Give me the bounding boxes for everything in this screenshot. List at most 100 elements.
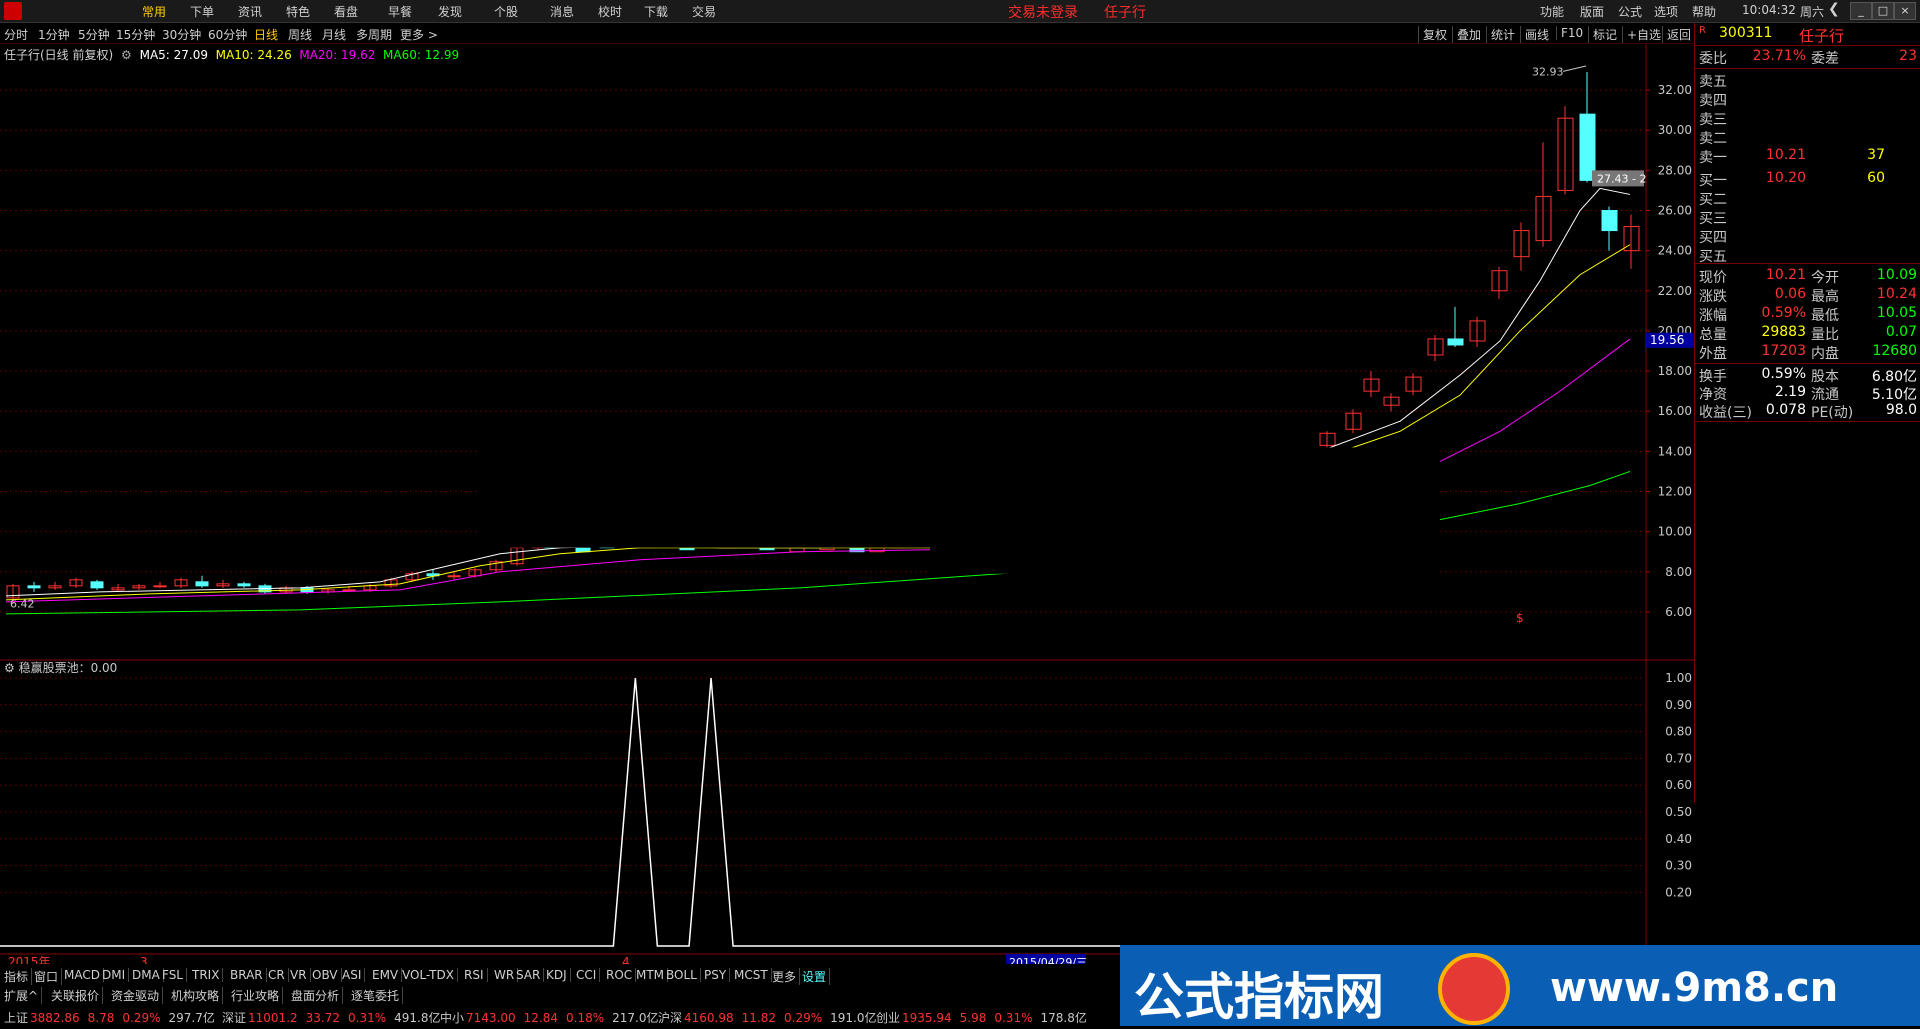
indicator-tab[interactable]: RSI xyxy=(464,968,488,982)
ma5-line-rally xyxy=(1319,187,1631,452)
indicator-tab[interactable]: EMV xyxy=(372,968,403,982)
indicator-tab[interactable]: PSY xyxy=(704,968,731,982)
menu-right-item[interactable]: 公式 xyxy=(1618,3,1642,20)
indicator-tab[interactable]: 指标 xyxy=(4,968,33,985)
order-book-row[interactable]: 卖五 xyxy=(1695,71,1920,90)
chart-tool-button[interactable]: 返回 xyxy=(1662,26,1691,43)
menu-item[interactable]: 常用 xyxy=(142,3,166,20)
extension-tab[interactable]: 扩展^ xyxy=(4,987,43,1004)
chart-tool-button[interactable]: 复权 xyxy=(1418,26,1447,43)
menu-item[interactable]: 校时 xyxy=(598,3,622,20)
order-book-row[interactable]: 卖一 10.21 37 xyxy=(1695,147,1920,166)
menu-item[interactable]: 发现 xyxy=(438,3,462,20)
extension-tab[interactable]: 资金驱动 xyxy=(111,987,164,1004)
chart-tool-button[interactable]: 标记 xyxy=(1588,26,1617,43)
indicator-tab[interactable]: ASI xyxy=(342,968,366,982)
order-book-row[interactable]: 买二 xyxy=(1695,189,1920,208)
indicator-tab[interactable]: CR xyxy=(268,968,289,982)
extension-tab[interactable]: 关联报价 xyxy=(51,987,104,1004)
chart-tool-button[interactable]: +自选 xyxy=(1622,26,1661,43)
indicator-tab[interactable]: SAR xyxy=(516,968,545,982)
extension-tab[interactable]: 逐笔委托 xyxy=(351,987,404,1004)
menu-item[interactable]: 看盘 xyxy=(334,3,358,20)
indicator-tab[interactable]: 窗口 xyxy=(34,968,63,985)
indicator-tab[interactable]: WR xyxy=(494,968,519,982)
indicator-tab[interactable]: OBV xyxy=(312,968,342,982)
quote-row: 现价 10.21 今开 10.09 xyxy=(1695,267,1920,286)
index-quote[interactable]: 深证 11001.2 33.72 0.31% 491.8亿 xyxy=(222,1009,440,1026)
extension-tab[interactable]: 盘面分析 xyxy=(291,987,344,1004)
menu-right-item[interactable]: 帮助 xyxy=(1692,3,1716,20)
maximize-icon[interactable]: □ xyxy=(1872,2,1894,20)
indicator-tab[interactable]: KDJ xyxy=(546,968,571,982)
indicator-tab[interactable]: DMA xyxy=(132,968,164,982)
indicator-tab[interactable]: VOL-TDX xyxy=(402,968,458,982)
chart-tool-button[interactable]: F10 xyxy=(1556,26,1583,40)
period-tab[interactable]: 分时 xyxy=(4,26,28,43)
high-price-label: 32.93 xyxy=(1532,65,1564,78)
period-tab[interactable]: 多周期 xyxy=(356,26,392,43)
minimize-icon[interactable]: _ xyxy=(1850,2,1872,20)
menu-item[interactable]: 交易 xyxy=(692,3,716,20)
chart-tool-button[interactable]: 画线 xyxy=(1520,26,1549,43)
indicator-tab[interactable]: MCST xyxy=(734,968,772,982)
indicator-tab[interactable]: DMI xyxy=(102,968,130,982)
index-quote[interactable]: 中小 7143.00 12.84 0.18% 217.0亿 xyxy=(440,1009,658,1026)
order-volume: 60 xyxy=(1867,170,1885,186)
period-tab[interactable]: 60分钟 xyxy=(208,26,247,43)
period-tab[interactable]: 5分钟 xyxy=(78,26,110,43)
order-book-row[interactable]: 卖二 xyxy=(1695,128,1920,147)
order-book-row[interactable]: 买四 xyxy=(1695,227,1920,246)
indicator-tab[interactable]: 更多 xyxy=(772,968,801,985)
quote-value: 10.21 xyxy=(1765,267,1806,283)
kline-chart[interactable]: 32.0030.0028.0026.0024.0022.0020.0018.00… xyxy=(0,44,1694,964)
close-icon[interactable]: × xyxy=(1894,2,1916,20)
index-amount: 217.0亿 xyxy=(612,1011,659,1025)
menu-item[interactable]: 个股 xyxy=(494,3,518,20)
menu-item[interactable]: 资讯 xyxy=(238,3,262,20)
order-book-row[interactable]: 卖三 xyxy=(1695,109,1920,128)
indicator-tab[interactable]: BOLL xyxy=(666,968,701,982)
indicator-tab[interactable]: VR xyxy=(290,968,311,982)
chart-tool-button[interactable]: 统计 xyxy=(1486,26,1515,43)
candle-body xyxy=(1447,338,1464,346)
period-tab[interactable]: 更多 > xyxy=(400,26,438,43)
indicator-tab[interactable]: CCI xyxy=(576,968,601,982)
trade-login-notice[interactable]: 交易未登录 xyxy=(1008,2,1078,22)
period-tab[interactable]: 日线 xyxy=(254,26,278,43)
extension-tab[interactable]: 行业攻略 xyxy=(231,987,284,1004)
period-tab[interactable]: 1分钟 xyxy=(38,26,70,43)
date-month: 4 xyxy=(622,955,630,964)
chart-tool-button[interactable]: 叠加 xyxy=(1452,26,1481,43)
indicator-tab[interactable]: ROC xyxy=(606,968,637,982)
order-book-row[interactable]: 卖四 xyxy=(1695,90,1920,109)
menu-right-item[interactable]: 选项 xyxy=(1654,3,1678,20)
menu-right-item[interactable]: 版面 xyxy=(1580,3,1604,20)
menu-item[interactable]: 特色 xyxy=(286,3,310,20)
index-quote[interactable]: 沪深 4160.98 11.82 0.29% 191.0亿 xyxy=(658,1009,876,1026)
period-tab[interactable]: 30分钟 xyxy=(162,26,201,43)
indicator-tab[interactable]: FSL xyxy=(162,968,187,982)
index-quote[interactable]: 上证 3882.86 8.78 0.29% 297.7亿 xyxy=(4,1009,215,1026)
extension-tab[interactable]: 机构攻略 xyxy=(171,987,224,1004)
order-book-row[interactable]: 买三 xyxy=(1695,208,1920,227)
period-tab[interactable]: 15分钟 xyxy=(116,26,155,43)
menu-right-item[interactable]: 功能 xyxy=(1540,3,1564,20)
index-quote[interactable]: 创业 1935.94 5.98 0.31% 178.8亿 xyxy=(876,1009,1087,1026)
indicator-tab[interactable]: TRIX xyxy=(192,968,224,982)
period-tab[interactable]: 月线 xyxy=(322,26,346,43)
menu-item[interactable]: 消息 xyxy=(550,3,574,20)
candle-body xyxy=(195,581,209,587)
indicator-tab[interactable]: MACD xyxy=(64,968,104,982)
menu-item[interactable]: 下载 xyxy=(644,3,668,20)
indicator-tab[interactable]: 设置 xyxy=(802,968,831,985)
order-book-row[interactable]: 买一 10.20 60 xyxy=(1695,170,1920,189)
period-tab[interactable]: 周线 xyxy=(288,26,312,43)
indicator-tab[interactable]: BRAR xyxy=(230,968,267,982)
indicator-tab[interactable]: MTM xyxy=(636,968,669,982)
quote-label: 现价 xyxy=(1699,270,1727,286)
menu-item[interactable]: 早餐 xyxy=(388,3,412,20)
app-logo-icon[interactable] xyxy=(4,2,22,20)
back-arrow-icon[interactable]: ❮ xyxy=(1828,1,1840,17)
menu-item[interactable]: 下单 xyxy=(190,3,214,20)
